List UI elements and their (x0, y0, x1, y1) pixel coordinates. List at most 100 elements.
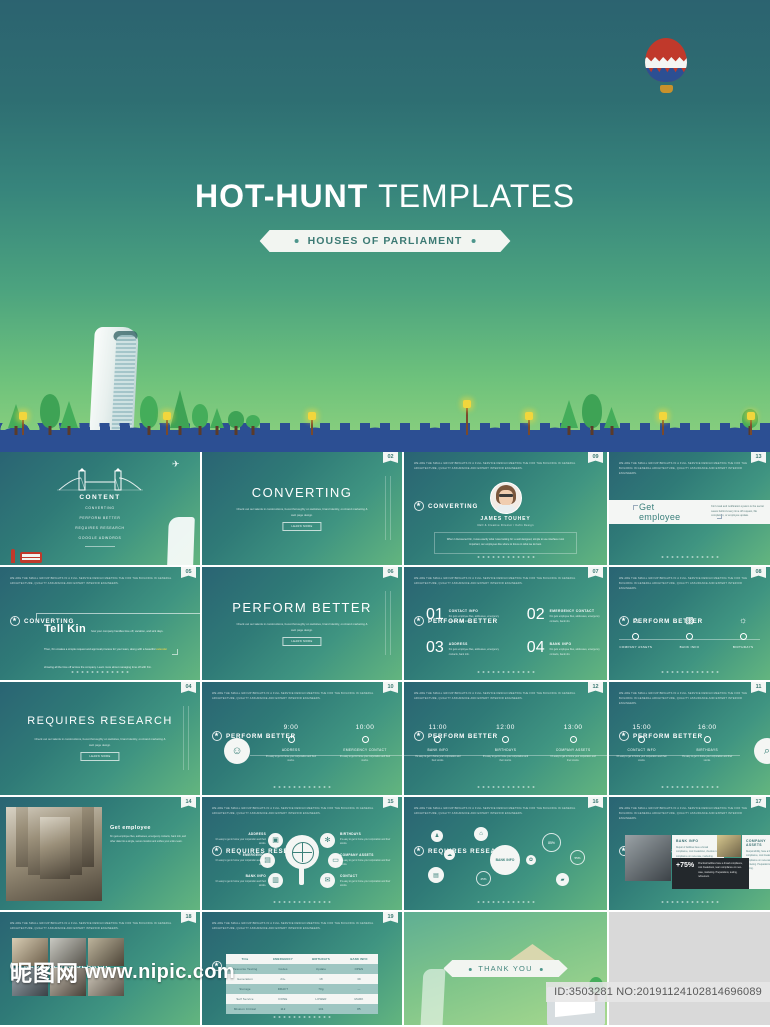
timeline-node (685, 633, 693, 640)
street-lamp-icon (308, 412, 316, 435)
list-item[interactable]: PERFORM BETTER (0, 516, 200, 520)
slide-row: 05 CONVERTING WE ARE THE SMALL GROUP BRI… (0, 567, 770, 680)
home-icon[interactable]: ⌂ (474, 827, 488, 841)
numbered-item[interactable]: 03 ADDRESS Kin gets employee files, addres… (426, 640, 509, 657)
item-desc: Kin gets employee files, addresses, emer… (549, 648, 600, 656)
book-icon[interactable]: ▰ (556, 873, 569, 886)
street-lamp-icon (19, 412, 27, 435)
star-icon (10, 616, 20, 626)
hero-banner: HOT-HUNT TEMPLATES HOUSES OF PARLIAMENT (0, 0, 770, 452)
person-icon[interactable]: ♟ (431, 830, 443, 842)
image-id-bar: ID:3503281 NO:20191124102814696089 (546, 982, 770, 1002)
slide-header: PERFORM BETTER WE ARE THE SMALL GROUP BR… (414, 574, 597, 626)
slide-thumbnail-get-employee-band[interactable]: 13 CONVERTING WE ARE THE SMALL GROUP BRI… (609, 452, 770, 565)
bubble-85[interactable]: 85% (542, 833, 561, 852)
feature-label: BIRTHDAYS It's easy to get in home your c… (340, 832, 398, 847)
slide-title: CONTENT (79, 494, 121, 501)
slide-thumbnail-thank-you[interactable]: THANK YOU (404, 912, 607, 1025)
timeline-item[interactable]: ⌂ COMPANY ASSETS (609, 615, 662, 649)
list-item[interactable]: CONVERTING (0, 506, 200, 510)
slide-thumbnail-icon-timeline[interactable]: 08 PERFORM BETTER WE ARE THE SMALL GROUP… (609, 567, 770, 680)
cell: MARK (354, 997, 364, 1001)
timeline-item[interactable]: 11:00 BANK INFO It's easy to get in home y… (404, 724, 472, 764)
slide-thumbnail-time-timeline-midday[interactable]: 12 PERFORM BETTER WE ARE THE SMALL GROUP… (404, 682, 607, 795)
item-label: COMPANY ASSETS (619, 645, 653, 649)
slide-thumbnail-numbered-list[interactable]: 07 PERFORM BETTER WE ARE THE SMALL GROUP… (404, 567, 607, 680)
desc: It's easy to get in home your corporatio… (340, 839, 391, 846)
header-subtext: WE ARE THE SMALL GROUP BRIGHTS IN A FULL… (212, 922, 374, 930)
feature-label: ADDRESS It's easy to get in home your cor… (208, 832, 266, 847)
slide-thumbnail-bubble-chart[interactable]: 16 REQUIRES RESEARCH WE ARE THE SMALL GR… (404, 797, 607, 910)
slide-thumbnail-grid: ✈ CONTENT CONVERTING PERFORM BETTER REQU… (0, 452, 770, 1027)
cloud-icon[interactable]: ☁ (444, 849, 455, 860)
learn-more-button[interactable]: LEARN MORE (282, 522, 322, 531)
slide-dots (273, 901, 331, 903)
clipboard-icon[interactable]: ▤ (428, 867, 444, 883)
timeline-item[interactable]: 15:00 CONTACT INFO It's easy to get in hom… (609, 724, 675, 764)
cell: Codes (278, 967, 288, 971)
slide-subtitle: Check out our talents in constructions, … (236, 507, 368, 517)
numbered-item[interactable]: 01 CONTACT INFO Kin gets employee files, a… (426, 607, 509, 624)
timeline-item[interactable]: 9:00 ADDRESS It's easy to get in home your… (254, 724, 328, 764)
bank-icon[interactable]: ▥ (268, 873, 283, 888)
numbered-item[interactable]: 02 EMERGENCY CONTACT Kin gets employee fil… (527, 607, 607, 624)
slide-header: REQUIRES RESEARCH WE ARE THE SMALL GROUP… (414, 804, 597, 856)
center-bubble[interactable]: BANK INFO (490, 845, 520, 875)
slide-thumbnail-requires-research-divider[interactable]: 04 REQUIRES RESEARCH Check out our talen… (0, 682, 200, 795)
street-lamp-icon (163, 412, 171, 435)
timeline-item[interactable]: ▨ BANK INFO (663, 615, 716, 649)
ribbon-label: HOUSES OF PARLIAMENT (307, 235, 463, 247)
timeline-node (361, 736, 369, 743)
timeline-item[interactable]: ☼ BIRTHDAYS (717, 615, 770, 649)
label: COMPANY ASSETS (340, 853, 374, 857)
home-icon: ⌂ (633, 615, 639, 625)
numbered-item[interactable]: 04 BANK INFO Kin gets employee files, addr… (527, 640, 607, 657)
timeline-node (703, 736, 711, 743)
vertical-rule (390, 476, 391, 540)
street-lamp-icon (747, 412, 755, 435)
desc: It's easy to get in home your corporatio… (340, 881, 391, 888)
slide-dots (661, 901, 718, 903)
ribbon-dot-left (468, 968, 471, 971)
item-label: EMERGENCY CONTACT (549, 609, 595, 613)
bubble-25[interactable]: 25% (476, 871, 491, 886)
profile-role: CEO & Creative Director / Kefin Design (477, 524, 534, 527)
slide-thumbnail-photo-tiles[interactable]: 17 REQUIRES RESEARCH WE ARE THE SMALL GR… (609, 797, 770, 910)
learn-more-button[interactable]: LEARN MORE (282, 637, 322, 646)
timeline-node (434, 736, 442, 743)
bubble-55[interactable]: 55% (570, 850, 585, 865)
timeline-item[interactable]: 16:00 BIRTHDAYS It's easy to get in home y… (675, 724, 741, 764)
slide-thumbnail-converting-divider[interactable]: 02 CONVERTING Check out our talents in c… (202, 452, 402, 565)
slide-header: CONVERTING WE ARE THE SMALL GROUP BRIGHT… (10, 574, 190, 626)
slide-thumbnail-magnifier[interactable]: 15 REQUIRES RESEARCH WE ARE THE SMALL GR… (202, 797, 402, 910)
time-timeline: 15:00 CONTACT INFO It's easy to get in hom… (609, 724, 770, 764)
timeline-item[interactable]: 13:00 COMPANY ASSETS It's easy to get in h… (539, 724, 607, 764)
table-header-row: Title EMERGENCY BIRTHDAYS BANK INFO (226, 954, 378, 964)
slide-thumbnail-photo-left[interactable]: 14 Get employee Kin gets employee files,… (0, 797, 200, 910)
timeline-node (632, 633, 640, 640)
item-desc: Kin gets employee files, addresses, emer… (549, 615, 600, 623)
gift-icon[interactable]: ✻ (320, 833, 335, 848)
street-lamp-icon (659, 412, 667, 435)
timeline-item[interactable]: 12:00 BIRTHDAYS It's easy to get in home y… (472, 724, 540, 764)
item-time: 10:00 (355, 724, 375, 731)
slide-thumbnail-time-timeline-morning[interactable]: 10 PERFORM BETTER WE ARE THE SMALL GROUP… (202, 682, 402, 795)
tile-percent[interactable]: +75% Practical facilities have a broad co… (672, 858, 749, 889)
item-number: 04 (526, 639, 545, 657)
gear-icon[interactable]: ✿ (526, 855, 536, 865)
skyscraper-icon (420, 969, 446, 1025)
mail-icon[interactable]: ✉ (320, 873, 335, 888)
slide-thumbnail-profile[interactable]: 09 CONVERTING WE ARE THE SMALL GROUP BRI… (404, 452, 607, 565)
slide-header: PERFORM BETTER WE ARE THE SMALL GROUP BR… (619, 689, 760, 741)
tree-icon (40, 394, 60, 435)
learn-more-button[interactable]: LEARN MORE (80, 752, 120, 761)
desc: It's easy to get in home your corporatio… (340, 860, 391, 867)
slide-thumbnail-tell-kin[interactable]: 05 CONVERTING WE ARE THE SMALL GROUP BRI… (0, 567, 200, 680)
timeline-node (569, 736, 577, 743)
slide-thumbnail-content[interactable]: ✈ CONTENT CONVERTING PERFORM BETTER REQU… (0, 452, 200, 565)
slide-thumbnail-perform-better-divider[interactable]: 06 PERFORM BETTER Check out our talents … (202, 567, 402, 680)
slide-thumbnail-time-timeline-afternoon[interactable]: 11 PERFORM BETTER WE ARE THE SMALL GROUP… (609, 682, 770, 795)
column-header: BANK INFO (350, 957, 368, 961)
suitcase-icon[interactable]: ▣ (268, 833, 283, 848)
timeline-item[interactable]: 10:00 EMERGENCY CONTACT It's easy to get i… (328, 724, 402, 764)
